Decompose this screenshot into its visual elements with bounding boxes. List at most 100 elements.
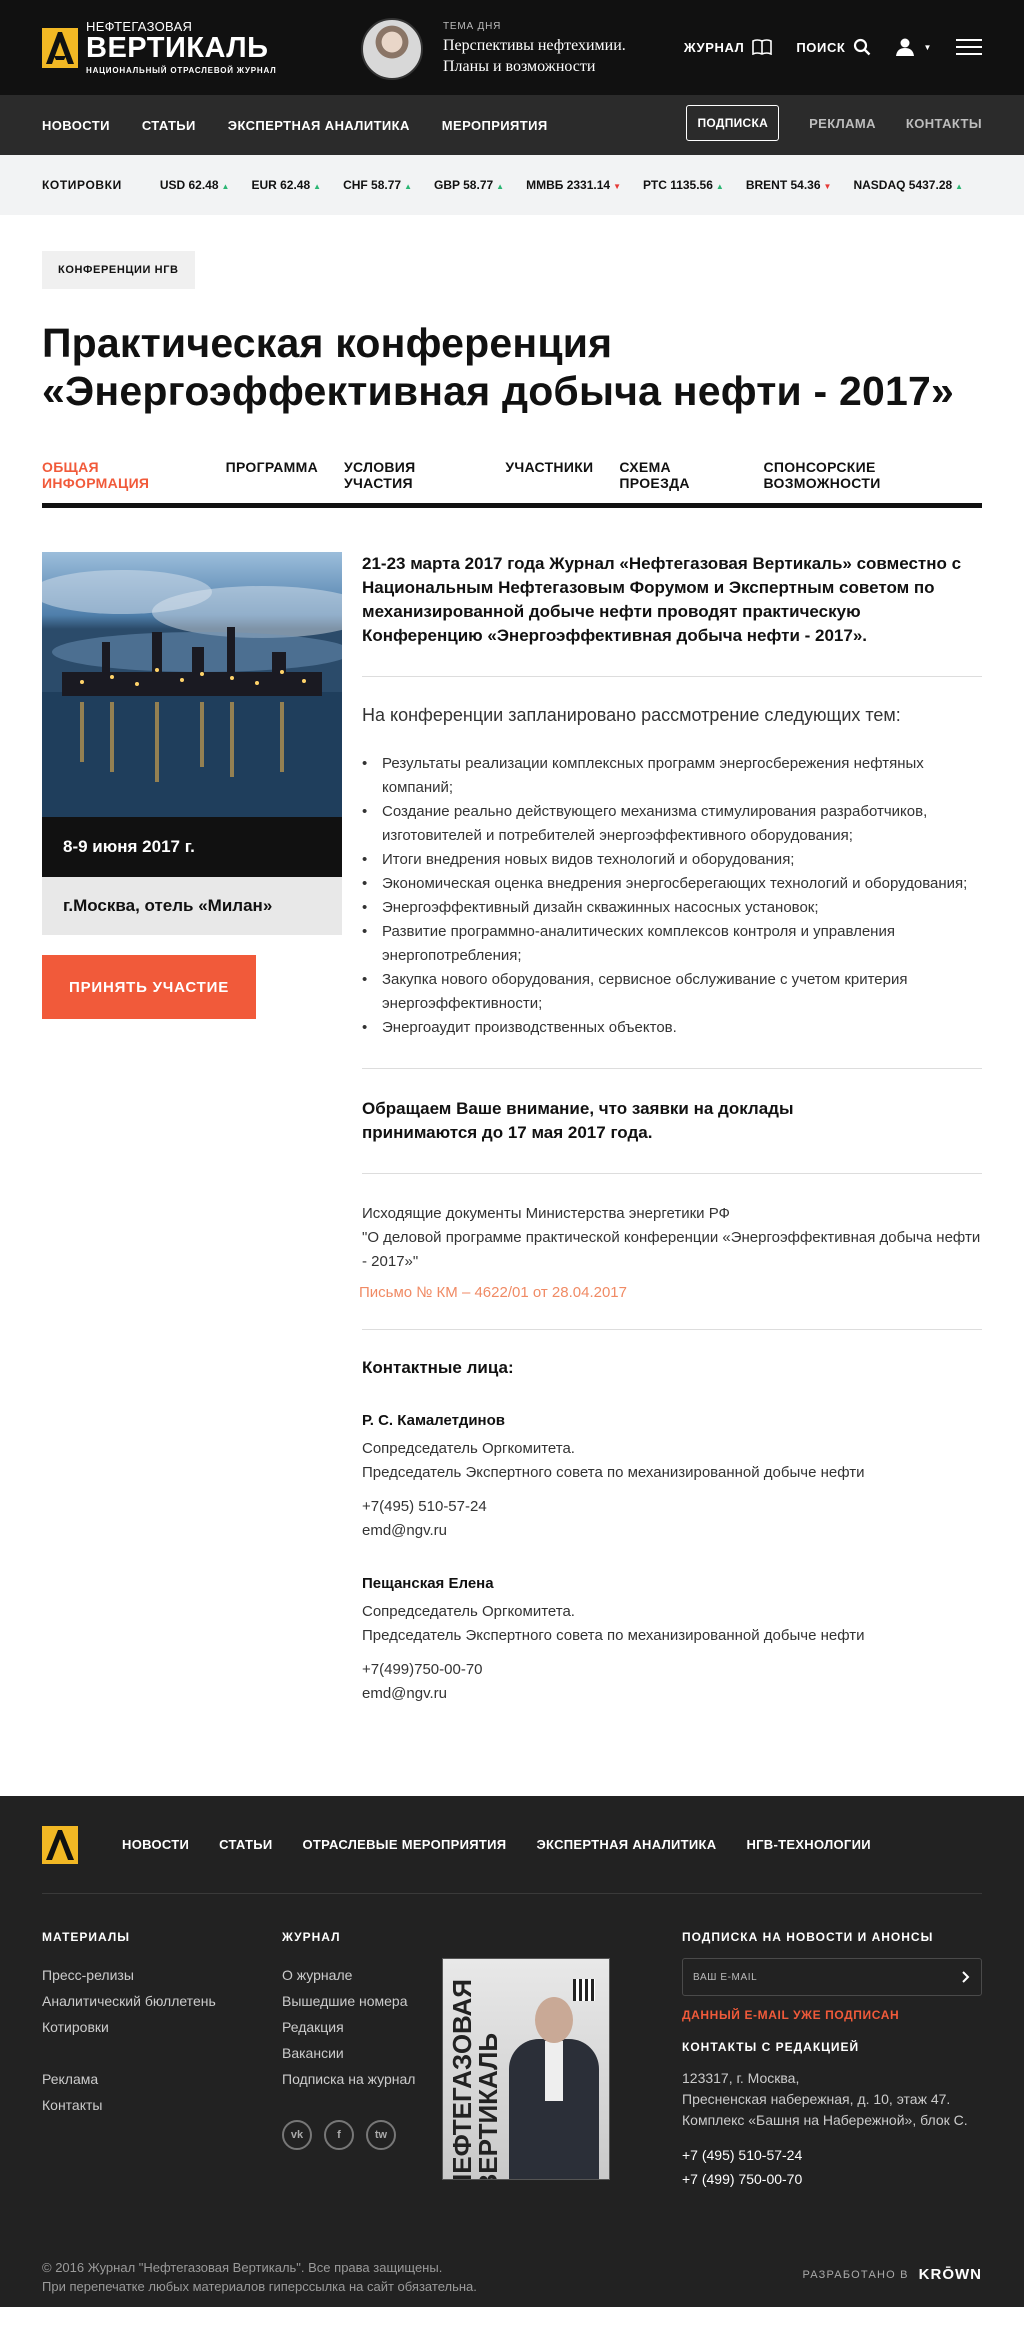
footer-link[interactable]: Реклама — [42, 2066, 216, 2092]
divider — [362, 1068, 982, 1069]
arrow-up-icon: ▲ — [313, 182, 322, 191]
event-date: 8-9 июня 2017 г. — [42, 817, 342, 877]
subscribe-title: ПОДПИСКА НА НОВОСТИ И АНОНСЫ — [682, 1930, 934, 1944]
chevron-right-icon[interactable] — [961, 1971, 971, 1983]
journal-label: ЖУРНАЛ — [683, 39, 745, 55]
search-link[interactable]: ПОИСК — [796, 38, 871, 56]
tab-conditions[interactable]: УСЛОВИЯ УЧАСТИЯ — [344, 459, 479, 491]
quote-rts: РТС 1135.56 ▲ — [643, 178, 724, 192]
twitter-icon[interactable]: tw — [366, 2120, 396, 2150]
topics-list: Результаты реализации комплексных програ… — [362, 752, 982, 1040]
caret-down-icon: ▼ — [923, 42, 932, 52]
footer-nav-articles[interactable]: СТАТЬИ — [219, 1837, 272, 1852]
subscribe-button[interactable]: ПОДПИСКА — [686, 105, 780, 141]
arrow-up-icon: ▲ — [496, 182, 505, 191]
person-phone[interactable]: +7(495) 510-57-24 — [362, 1498, 487, 1515]
topic-of-day[interactable]: ТЕМА ДНЯ Перспективы нефтехимии. Планы и… — [361, 18, 658, 80]
footer-logo-icon[interactable] — [42, 1825, 78, 1864]
arrow-up-icon: ▲ — [955, 182, 964, 191]
footer-nav-analytics[interactable]: ЭКСПЕРТНАЯ АНАЛИТИКА — [536, 1837, 716, 1852]
page-title: Практическая конференция «Энергоэффектив… — [42, 320, 955, 414]
document-link[interactable]: Письмо № КМ – 4622/01 от 28.04.2017 — [359, 1284, 982, 1301]
editorial-phones: +7 (495) 510-57-24 +7 (499) 750-00-70 — [682, 2143, 982, 2191]
category-tag[interactable]: КОНФЕРЕНЦИИ НГВ — [42, 251, 195, 289]
nav-news[interactable]: НОВОСТИ — [42, 118, 110, 133]
footer-link[interactable]: Контакты — [42, 2092, 216, 2118]
tab-directions[interactable]: СХЕМА ПРОЕЗДА — [619, 459, 737, 491]
nav-expert-analytics[interactable]: ЭКСПЕРТНАЯ АНАЛИТИКА — [228, 118, 410, 133]
nav-ads[interactable]: РЕКЛАМА — [809, 116, 876, 131]
quote-eur: EUR 62.48 ▲ — [251, 178, 322, 192]
tab-program[interactable]: ПРОГРАММА — [226, 459, 318, 491]
list-item: Энергоаудит производственных объектов. — [362, 1016, 982, 1040]
footer-link[interactable]: Пресс-релизы — [42, 1962, 216, 1988]
magazine-title: НЕФТЕГАЗОВАЯ ВЕРТИКАЛЬ — [447, 1979, 503, 2180]
person-name: Пещанская Елена — [362, 1575, 494, 1592]
top-header: НЕФТЕГАЗОВАЯ ВЕРТИКАЛЬ НАЦИОНАЛЬНЫЙ ОТРА… — [0, 0, 1024, 95]
footer-link[interactable]: Подписка на журнал — [282, 2066, 415, 2092]
search-icon — [854, 38, 871, 56]
footer-link[interactable]: О журнале — [282, 1962, 415, 1988]
divider — [362, 1329, 982, 1330]
footer-subscribe: ПОДПИСКА НА НОВОСТИ И АНОНСЫ ВАШ E-MAIL … — [682, 1930, 982, 2191]
docs-heading: Исходящие документы Министерства энергет… — [362, 1205, 730, 1222]
nav-articles[interactable]: СТАТЬИ — [142, 118, 196, 133]
person-role: Сопредседатель Оргкомитета. Председатель… — [362, 1603, 865, 1644]
footer-link[interactable]: Вакансии — [282, 2040, 415, 2066]
footer-link[interactable]: Котировки — [42, 2014, 216, 2040]
quotes-bar: КОТИРОВКИ USD 62.48 ▲ EUR 62.48 ▲ CHF 58.7… — [0, 155, 1024, 215]
main-navigation: НОВОСТИ СТАТЬИ ЭКСПЕРТНАЯ АНАЛИТИКА МЕРО… — [0, 95, 1024, 155]
person-role: Сопредседатель Оргкомитета. Председатель… — [362, 1440, 865, 1481]
event-tabs: ОБЩАЯ ИНФОРМАЦИЯ ПРОГРАММА УСЛОВИЯ УЧАСТ… — [42, 459, 982, 508]
editorial-phone[interactable]: +7 (495) 510-57-24 — [682, 2143, 982, 2167]
event-lead: 21-23 марта 2017 года Журнал «Нефтегазов… — [362, 554, 962, 645]
facebook-icon[interactable]: f — [324, 2120, 354, 2150]
footer-nav-technologies[interactable]: НГВ-ТЕХНОЛОГИИ — [746, 1837, 870, 1852]
contact-person: Пещанская Елена Сопредседатель Оргкомите… — [362, 1575, 982, 1706]
list-item: Результаты реализации комплексных програ… — [362, 752, 982, 800]
person-email[interactable]: emd@ngv.ru — [362, 1685, 447, 1702]
footer-link[interactable]: Аналитический бюллетень — [42, 1988, 216, 2014]
editorial-address: 123317, г. Москва, Пресненская набережна… — [682, 2070, 968, 2128]
footer-link[interactable]: Вышедшие номера — [282, 1988, 415, 2014]
quote-gbp: GBP 58.77 ▲ — [434, 178, 505, 192]
person-email[interactable]: emd@ngv.ru — [362, 1522, 447, 1539]
footer-journal: ЖУРНАЛ О журнале Вышедшие номера Редакци… — [282, 1930, 415, 2150]
vk-icon[interactable]: vk — [282, 2120, 312, 2150]
logo-subtitle: НАЦИОНАЛЬНЫЙ ОТРАСЛЕВОЙ ЖУРНАЛ — [86, 66, 277, 75]
nav-events[interactable]: МЕРОПРИЯТИЯ — [442, 118, 548, 133]
email-field[interactable]: ВАШ E-MAIL — [682, 1958, 982, 1996]
join-button[interactable]: ПРИНЯТЬ УЧАСТИЕ — [42, 955, 256, 1019]
topic-title[interactable]: Перспективы нефтехимии. Планы и возможно… — [443, 35, 658, 77]
event-place: г.Москва, отель «Милан» — [42, 877, 342, 935]
tab-participants[interactable]: УЧАСТНИКИ — [505, 459, 593, 491]
deadline-notice: Обращаем Ваше внимание, что заявки на до… — [362, 1099, 794, 1142]
editorial-contacts-title: КОНТАКТЫ С РЕДАКЦИЕЙ — [682, 2040, 860, 2054]
tab-sponsorship[interactable]: СПОНСОРСКИЕ ВОЗМОЖНОСТИ — [763, 459, 982, 491]
logo-big-text: ВЕРТИКАЛЬ — [86, 32, 269, 64]
event-photo — [42, 552, 342, 817]
tab-general-info[interactable]: ОБЩАЯ ИНФОРМАЦИЯ — [42, 459, 200, 491]
contact-person: Р. С. Камалетдинов Сопредседатель Оргком… — [362, 1412, 982, 1543]
docs-title: "О деловой программе практической конфер… — [362, 1229, 981, 1270]
person-phone[interactable]: +7(499)750-00-70 — [362, 1661, 483, 1678]
footer-link[interactable]: Редакция — [282, 2014, 415, 2040]
contacts-title: Контактные лица: — [362, 1358, 514, 1377]
quote-brent: BRENT 54.36 ▼ — [745, 178, 832, 192]
logo-mark-icon — [42, 27, 78, 68]
nav-contacts[interactable]: КОНТАКТЫ — [906, 116, 982, 131]
journal-title: ЖУРНАЛ — [282, 1930, 341, 1944]
magazine-cover[interactable]: НЕФТЕГАЗОВАЯ ВЕРТИКАЛЬ — [442, 1958, 610, 2180]
developer-credit[interactable]: РАЗРАБОТАНО В KRŌWN — [802, 2266, 982, 2283]
subscribed-message: ДАННЫЙ E-MAIL УЖЕ ПОДПИСАН — [682, 2008, 900, 2022]
topic-label: ТЕМА ДНЯ — [443, 21, 502, 32]
menu-burger-icon[interactable] — [956, 34, 982, 60]
user-menu[interactable]: ▼ — [895, 38, 932, 56]
search-label: ПОИСК — [796, 39, 846, 55]
site-logo[interactable]: НЕФТЕГАЗОВАЯ ВЕРТИКАЛЬ НАЦИОНАЛЬНЫЙ ОТРА… — [42, 20, 312, 75]
journal-link[interactable]: ЖУРНАЛ — [684, 39, 773, 55]
footer-nav-news[interactable]: НОВОСТИ — [122, 1837, 189, 1852]
divider — [362, 676, 982, 677]
footer-nav-events[interactable]: ОТРАСЛЕВЫЕ МЕРОПРИЯТИЯ — [303, 1837, 507, 1852]
editorial-phone[interactable]: +7 (499) 750-00-70 — [682, 2167, 982, 2191]
